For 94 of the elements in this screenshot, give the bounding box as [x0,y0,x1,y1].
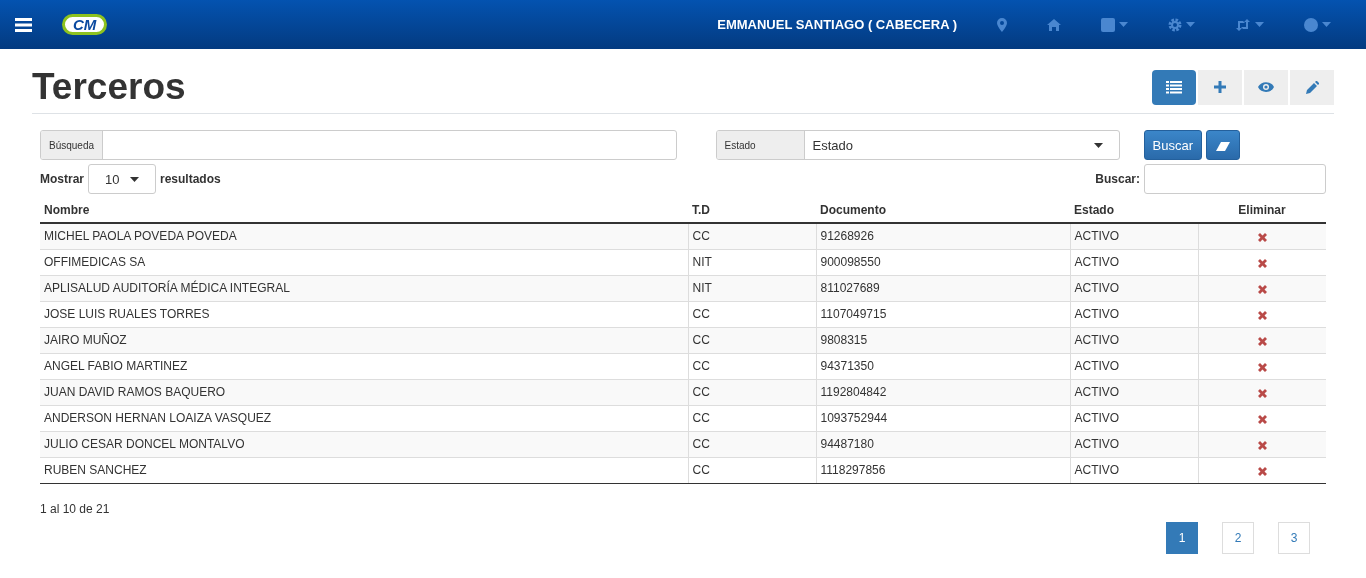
nav-menu[interactable] [1168,17,1195,32]
toolbar-button[interactable] [1290,69,1334,105]
nav-menu[interactable] [997,17,1007,32]
nav-menu[interactable] [1235,18,1264,31]
search-button[interactable]: Buscar [1143,130,1202,161]
delete-icon[interactable] [1257,388,1267,398]
square-icon [1101,17,1115,32]
filter-label: Buscar: [1095,171,1140,189]
caret-icon [1255,22,1264,27]
page-size-select[interactable]: 10 [88,164,156,195]
table-cell: ACTIVO [1070,275,1198,302]
table-cell: CC [688,223,816,250]
state-select[interactable]: Estado Estado [715,130,1120,161]
nav-menu[interactable] [1047,18,1061,31]
table-cell: 91268926 [816,223,1070,250]
table-cell: CC [688,379,816,406]
toolbar-button[interactable] [1152,69,1196,105]
table-cell: 94487180 [816,431,1070,458]
pencil-icon [1305,80,1319,94]
table-cell: ACTIVO [1070,327,1198,354]
table-cell: OFFIMEDICAS SA [40,249,688,276]
table-cell: ACTIVO [1070,301,1198,328]
delete-icon[interactable] [1257,440,1267,450]
table-cell: 94371350 [816,353,1070,380]
table-cell: CC [688,353,816,380]
table-cell: JOSE LUIS RUALES TORRES [40,301,688,328]
table-cell: ACTIVO [1070,431,1198,458]
table-cell: APLISALUD AUDITORÍA MÉDICA INTEGRAL [40,275,688,302]
delete-icon[interactable] [1257,336,1267,346]
table-cell: CC [688,405,816,432]
table-cell: CC [688,327,816,354]
sync-icon [1235,18,1251,31]
nav-menu[interactable] [1101,17,1128,32]
table-cell: ACTIVO [1070,405,1198,432]
caret-icon [130,176,139,182]
table-cell: NIT [688,249,816,276]
logo[interactable]: CM [62,14,108,35]
table-cell: 1118297856 [816,457,1070,484]
delete-icon[interactable] [1257,232,1267,242]
delete-icon[interactable] [1257,310,1267,320]
page-link[interactable]: 2 [1222,522,1254,555]
show-label: Mostrar [40,171,84,189]
table-cell: JULIO CESAR DONCEL MONTALVO [40,431,688,458]
table-cell: MICHEL PAOLA POVEDA POVEDA [40,223,688,250]
circle-icon [1304,17,1318,32]
delete-icon[interactable] [1257,362,1267,372]
caret-icon [1322,22,1331,27]
list-icon [1166,80,1182,94]
page-link[interactable]: 1 [1166,522,1198,555]
results-label: resultados [160,171,221,189]
table-cell: 900098550 [816,249,1070,276]
page-link[interactable]: 3 [1278,522,1310,555]
table-cell: ACTIVO [1070,353,1198,380]
menu-icon[interactable] [15,17,32,32]
settings-icon [1168,17,1182,32]
nav-menu[interactable] [1304,17,1331,32]
table-cell: CC [688,301,816,328]
toolbar-button[interactable] [1244,69,1288,105]
page-title: Terceros [32,65,186,109]
table-cell: NIT [688,275,816,302]
eye-icon [1258,82,1274,93]
table-cell: CC [688,457,816,484]
clear-button[interactable] [1206,130,1240,161]
table-cell: ANGEL FABIO MARTINEZ [40,353,688,380]
table-cell: JUAN DAVID RAMOS BAQUERO [40,379,688,406]
map-pin-icon [997,17,1007,32]
table-cell: 1107049715 [816,301,1070,328]
home-icon [1047,18,1061,31]
table-cell: RUBEN SANCHEZ [40,457,688,484]
toolbar-button[interactable] [1198,69,1242,105]
table-cell: 1192804842 [816,379,1070,406]
filter-field[interactable] [1144,164,1326,195]
table-cell: CC [688,431,816,458]
table-cell: ANDERSON HERNAN LOAIZA VASQUEZ [40,405,688,432]
table-cell: ACTIVO [1070,249,1198,276]
delete-icon[interactable] [1257,466,1267,476]
table-cell: ACTIVO [1070,379,1198,406]
table-info: 1 al 10 de 21 [40,501,111,519]
table-cell: 811027689 [816,275,1070,302]
delete-icon[interactable] [1257,414,1267,424]
search-field[interactable]: Búsqueda [40,130,677,161]
table-cell: 1093752944 [816,405,1070,432]
caret-icon [1186,22,1195,27]
table-cell: ACTIVO [1070,223,1198,250]
user-name: EMMANUEL SANTIAGO ( CABECERA ) [717,15,957,34]
caret-icon [1093,142,1103,148]
table-cell: JAIRO MUÑOZ [40,327,688,354]
caret-icon [1119,22,1128,27]
delete-icon[interactable] [1257,258,1267,268]
delete-icon[interactable] [1257,284,1267,294]
plus-icon [1214,81,1226,94]
table-cell: ACTIVO [1070,457,1198,484]
table-cell: 9808315 [816,327,1070,354]
eraser-icon [1216,141,1230,151]
